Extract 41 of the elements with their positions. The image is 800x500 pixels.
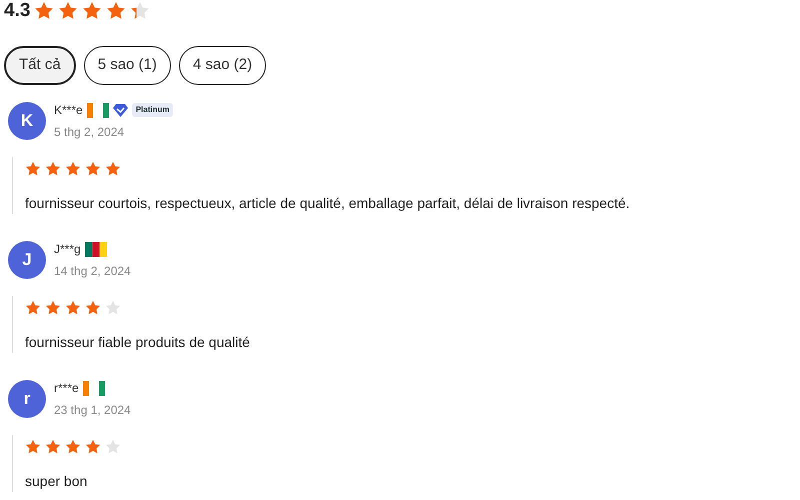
- filter-chip[interactable]: Tất cả: [4, 46, 76, 85]
- filter-chip[interactable]: 5 sao (1): [84, 46, 171, 85]
- star-icon: [25, 161, 41, 177]
- avatar: J: [8, 241, 46, 279]
- star-icon: [130, 1, 150, 21]
- reviewer-name: r***e: [54, 380, 79, 397]
- review-date: 5 thg 2, 2024: [54, 124, 126, 141]
- star-icon: [65, 300, 81, 316]
- reviewer-name: J***g: [54, 241, 81, 258]
- membership-badge: Platinum: [132, 103, 174, 117]
- rating-score: 4.3: [4, 0, 30, 23]
- star-icon: [85, 439, 101, 455]
- reviewer-name: K***e: [54, 102, 83, 119]
- star-icon: [45, 161, 61, 177]
- review-date: 14 thg 2, 2024: [54, 263, 131, 280]
- review-date: 23 thg 1, 2024: [54, 402, 131, 419]
- star-icon: [85, 161, 101, 177]
- diamond-icon: [112, 104, 128, 116]
- star-icon: [34, 1, 54, 21]
- star-icon: [82, 1, 102, 21]
- review-text: super bon: [25, 472, 88, 491]
- flag-icon: [82, 380, 105, 396]
- avatar: K: [8, 102, 46, 140]
- star-icon: [85, 300, 101, 316]
- star-icon: [25, 300, 41, 316]
- filter-chip[interactable]: 4 sao (2): [178, 46, 266, 85]
- star-icon: [105, 439, 121, 455]
- star-icon: [45, 439, 61, 455]
- avatar: r: [8, 380, 46, 418]
- star-icon: [106, 1, 126, 21]
- flag-icon: [84, 242, 107, 256]
- star-icon: [105, 161, 121, 177]
- star-icon: [25, 439, 41, 455]
- star-icon: [45, 300, 61, 316]
- review-text: fournisseur fiable produits de qualité: [25, 333, 251, 352]
- review-text: fournisseur courtois, respectueux, article de qualité, emballage parfait, délai de livraison respecté.: [25, 194, 631, 213]
- flag-icon: [86, 102, 109, 118]
- star-icon: [105, 300, 121, 316]
- star-icon: [65, 439, 81, 455]
- star-icon: [65, 161, 81, 177]
- star-icon: [58, 1, 78, 21]
